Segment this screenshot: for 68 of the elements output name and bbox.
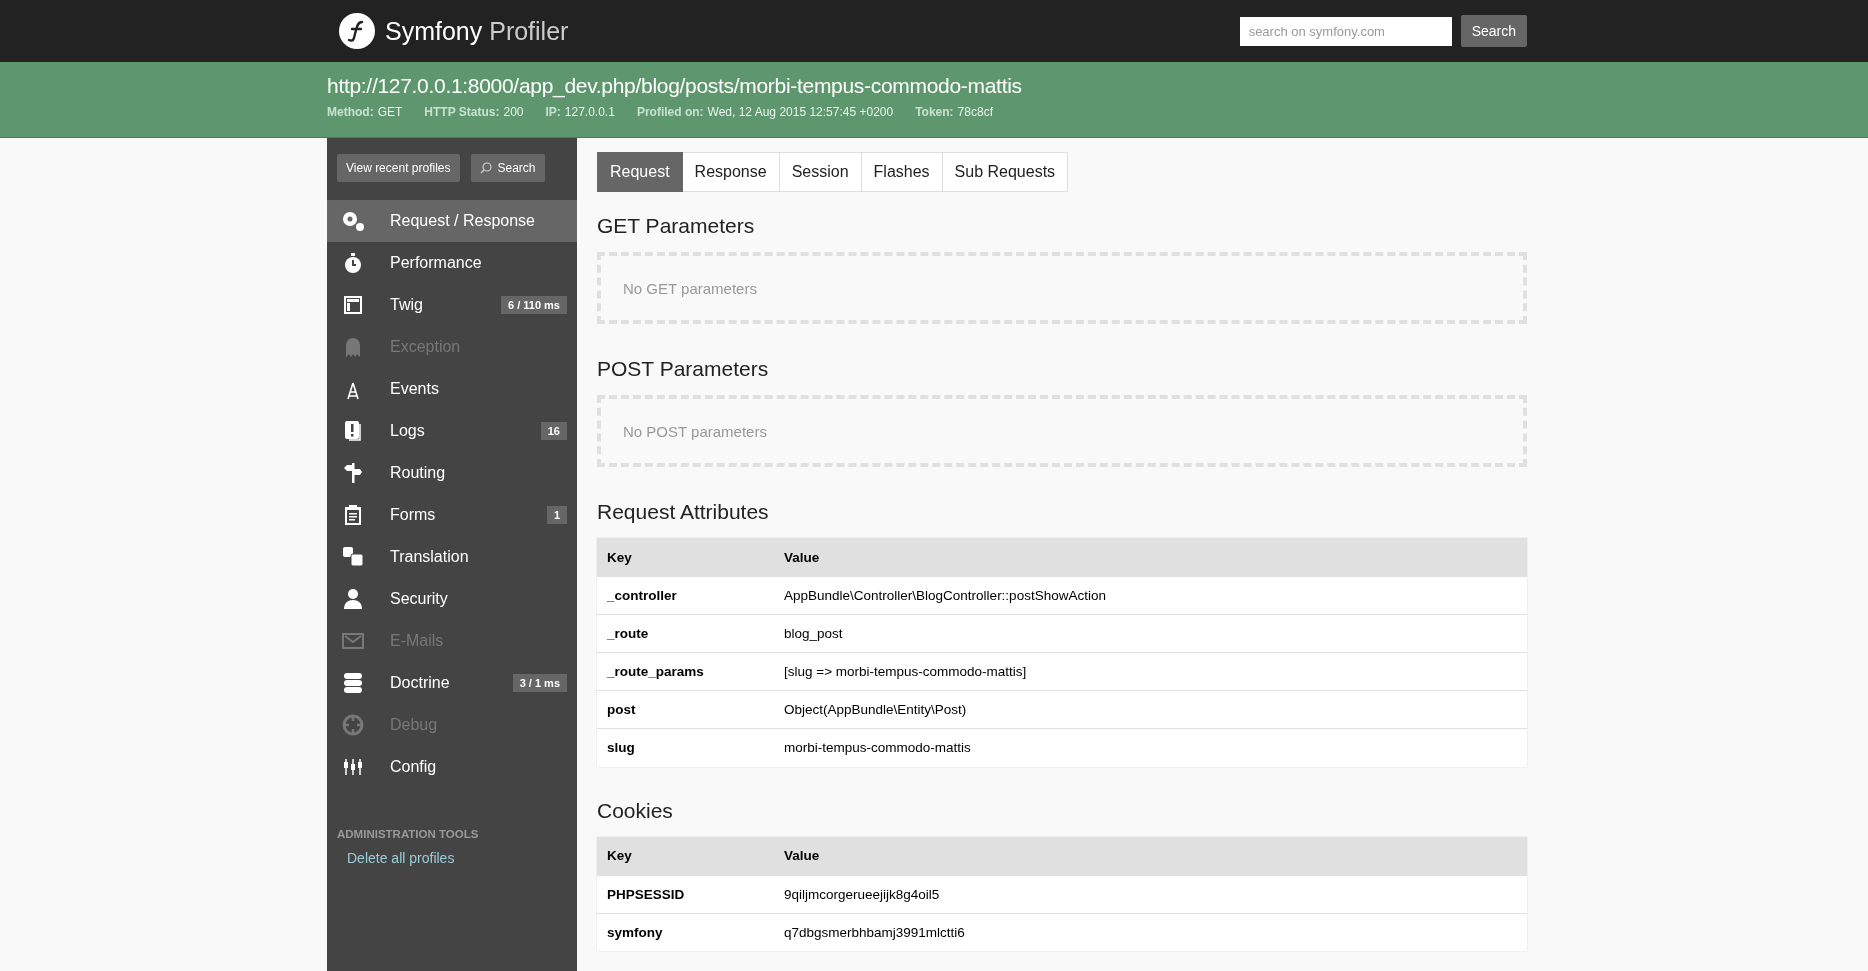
recent-profiles-button[interactable]: View recent profiles <box>337 154 460 182</box>
sidebar-item[interactable]: Doctrine 3 / 1 ms <box>327 662 577 704</box>
meta-label: HTTP Status: <box>424 105 500 119</box>
section-heading: Request Attributes <box>597 500 770 524</box>
tab[interactable]: Sub Requests <box>942 152 1069 192</box>
tab[interactable]: Flashes <box>861 152 943 192</box>
table-cell: slug <box>597 728 774 767</box>
table-cell: 9qiljmcorgerueejijk8g4oil5 <box>774 875 1527 913</box>
meta-label: Token: <box>915 105 954 119</box>
table-cell: _route <box>597 614 774 653</box>
count-badge: 16 <box>540 422 567 440</box>
database-icon <box>341 671 365 695</box>
column-header: Key <box>597 836 774 875</box>
empty-notice: No GET parameters <box>597 252 1527 324</box>
sidebar-item[interactable]: Request / Response <box>327 200 577 242</box>
tab[interactable]: Request <box>597 152 683 192</box>
meta-value: 78c8cf <box>957 105 993 119</box>
table-cell: AppBundle\Controller\BlogController::postShowAction <box>774 576 1527 615</box>
table-cell: post <box>597 690 774 729</box>
table-cell: _route_params <box>597 652 774 691</box>
section-heading: POST Parameters <box>597 357 770 381</box>
count-badge: 1 <box>546 506 567 524</box>
target-icon <box>341 713 365 737</box>
app-title: Symfony Profiler <box>385 16 569 46</box>
table-cell: blog_post <box>774 614 1527 653</box>
sidebar-item[interactable]: Performance <box>327 242 577 284</box>
column-header: Value <box>774 836 1527 875</box>
sidebar-item[interactable]: Twig 6 / 110 ms <box>327 284 577 326</box>
request-url: http://127.0.0.1:8000/app_dev.php/blog/posts/morbi-tempus-commodo-mattis <box>327 73 1023 98</box>
table-cell: morbi-tempus-commodo-mattis <box>774 728 1527 767</box>
table-cell: q7dbgsmerbhbamj3991mlctti6 <box>774 913 1527 951</box>
sidebar-item[interactable]: Routing <box>327 452 577 494</box>
column-header: Value <box>774 538 1527 577</box>
search-icon <box>479 162 492 174</box>
sidebar-item[interactable]: Forms 1 <box>327 494 577 536</box>
person-icon <box>341 587 365 611</box>
sidebar-item[interactable]: Logs 16 <box>327 410 577 452</box>
sidebar-item[interactable]: Translation <box>327 536 577 578</box>
count-badge: 3 / 1 ms <box>512 674 567 692</box>
meta-label: IP: <box>545 105 561 119</box>
table-cell: [slug => morbi-tempus-commodo-mattis] <box>774 652 1527 691</box>
meta-value: 200 <box>503 105 524 119</box>
count-badge: 6 / 110 ms <box>501 296 567 314</box>
meta-label: Method: <box>327 105 374 119</box>
search-field[interactable]: search on symfony.com <box>1239 16 1452 46</box>
meta-value: GET <box>377 105 403 119</box>
sidebar-item[interactable]: Events <box>327 368 577 410</box>
sidebar-item[interactable]: Config <box>327 746 577 788</box>
section-heading: Cookies <box>597 798 674 823</box>
table-cell: Object(AppBundle\Entity\Post) <box>774 690 1527 729</box>
table-cell: _controller <box>597 576 774 615</box>
search-button[interactable]: Search <box>1460 15 1527 47</box>
tab[interactable]: Session <box>779 152 862 192</box>
meta-label: Profiled on: <box>636 105 704 119</box>
table-cell: symfony <box>597 913 774 951</box>
layout-icon <box>341 293 365 317</box>
section-heading: GET Parameters <box>597 214 756 238</box>
meta-value: 127.0.0.1 <box>564 105 615 119</box>
delete-profiles-link[interactable]: Delete all profiles <box>347 850 455 866</box>
empty-notice: No POST parameters <box>597 395 1527 467</box>
logo-icon <box>339 13 375 49</box>
section-title: ADMINISTRATION TOOLS <box>337 828 480 840</box>
meta-value: Wed, 12 Aug 2015 12:57:45 +0200 <box>707 105 894 119</box>
tab[interactable]: Response <box>682 152 780 192</box>
sidebar-item[interactable]: Security <box>327 578 577 620</box>
table-cell: PHPSESSID <box>597 875 774 913</box>
search-button[interactable]: Search <box>470 154 545 182</box>
column-header: Key <box>597 538 774 577</box>
